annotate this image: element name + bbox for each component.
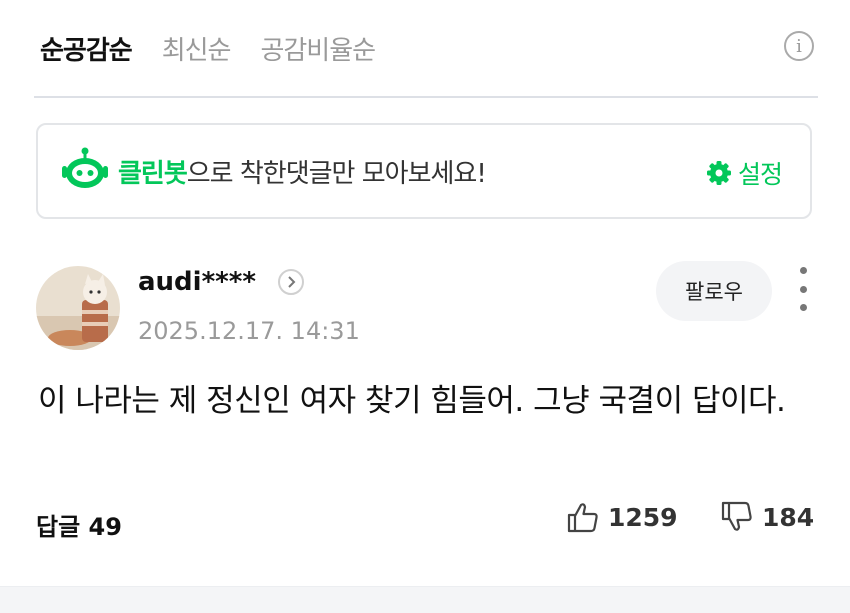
chevron-right-glyph bbox=[288, 276, 296, 288]
thumbs-down-icon bbox=[721, 501, 752, 531]
more-dot bbox=[799, 267, 807, 274]
like-count: 1259 bbox=[608, 502, 678, 532]
username[interactable]: audi**** bbox=[138, 267, 256, 297]
comment-date: 2025.12.17. 14:31 bbox=[138, 317, 360, 345]
cleanbot-brand: 클린봇 bbox=[118, 159, 188, 189]
thumbs-up-icon bbox=[567, 503, 598, 533]
avatar[interactable] bbox=[36, 266, 120, 350]
settings-label: 설정 bbox=[737, 160, 783, 189]
cleanbot-banner[interactable]: 클린봇으로 착한댓글만 모아보세요! 설정 bbox=[36, 123, 812, 219]
divider bbox=[34, 96, 818, 98]
bottom-strip bbox=[0, 586, 850, 613]
cleanbot-robot-icon bbox=[62, 147, 108, 188]
reply-label: 답글 bbox=[36, 513, 81, 541]
more-vertical-icon[interactable] bbox=[796, 267, 810, 311]
info-icon-glyph: i bbox=[796, 35, 802, 57]
gear-icon bbox=[706, 161, 731, 185]
reply-button[interactable]: 답글 49 bbox=[36, 507, 122, 542]
follow-button[interactable]: 팔로우 bbox=[656, 261, 772, 321]
info-icon[interactable]: i bbox=[784, 31, 814, 61]
sort-tab-latest[interactable]: 최신순 bbox=[162, 30, 232, 67]
sort-tab-like-ratio[interactable]: 공감비율순 bbox=[260, 30, 376, 67]
sort-tab-most-likes[interactable]: 순공감순 bbox=[40, 30, 133, 67]
comment-text: 이 나라는 제 정신인 여자 찾기 힘들어. 그냥 국결이 답이다. bbox=[38, 383, 786, 419]
settings-button[interactable]: 설정 bbox=[706, 155, 783, 191]
like-button[interactable]: 1259 bbox=[566, 501, 678, 533]
sort-bar: 순공감순 최신순 공감비율순 i bbox=[40, 28, 820, 68]
dislike-count: 184 bbox=[762, 502, 815, 532]
dislike-button[interactable]: 184 bbox=[720, 501, 814, 533]
username-row: audi**** bbox=[138, 267, 304, 297]
more-dot bbox=[799, 285, 807, 293]
cleanbot-message: 클린봇으로 착한댓글만 모아보세요! bbox=[118, 153, 487, 190]
chevron-right-icon[interactable] bbox=[277, 269, 304, 295]
more-dot bbox=[799, 304, 807, 311]
reply-count: 49 bbox=[88, 513, 122, 541]
comment-item: audi**** 2025.12.17. 14:31 팔로우 이 나라는 제 정… bbox=[0, 245, 850, 585]
cleanbot-message-text: 으로 착한댓글만 모아보세요! bbox=[186, 159, 487, 189]
